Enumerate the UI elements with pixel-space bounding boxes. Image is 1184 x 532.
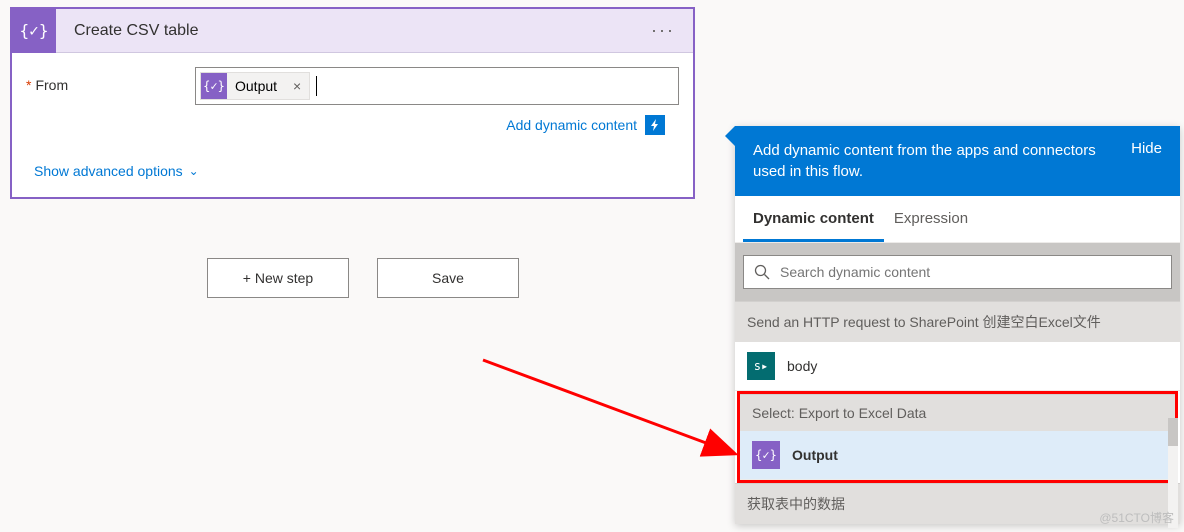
advanced-options-text: Show advanced options: [34, 163, 183, 179]
panel-header-text: Add dynamic content from the apps and co…: [753, 140, 1119, 182]
group-select: Select: Export to Excel Data: [740, 394, 1175, 431]
sharepoint-icon: s▸: [747, 352, 775, 380]
search-wrap: [735, 243, 1180, 301]
token-label: Output: [227, 78, 285, 94]
highlighted-section: Select: Export to Excel Data {✓} Output: [737, 391, 1178, 483]
dynamic-content-panel: Add dynamic content from the apps and co…: [735, 126, 1180, 524]
lightning-icon: [649, 119, 661, 131]
annotation-arrow: [478, 345, 748, 465]
watermark: @51CTO博客: [1099, 509, 1174, 526]
panel-hide-button[interactable]: Hide: [1131, 140, 1162, 157]
action-card: {✓} Create CSV table ··· From {✓} Output…: [10, 7, 695, 199]
token-remove-button[interactable]: ×: [285, 78, 309, 94]
flow-bottom-buttons: + New step Save: [207, 258, 519, 298]
dynamic-item-body[interactable]: s▸ body: [735, 342, 1180, 391]
add-dynamic-link[interactable]: Add dynamic content: [506, 117, 637, 133]
braces-icon: {✓}: [20, 21, 49, 40]
add-dynamic-row: Add dynamic content: [26, 105, 679, 135]
tab-expression[interactable]: Expression: [884, 196, 978, 242]
from-input[interactable]: {✓} Output ×: [195, 67, 679, 105]
search-icon: [754, 264, 770, 280]
dynamic-item-label: Output: [792, 447, 838, 463]
action-title: Create CSV table: [56, 22, 633, 40]
action-body: From {✓} Output × Add dynamic content Sh…: [12, 53, 693, 197]
add-dynamic-button[interactable]: [645, 115, 665, 135]
advanced-options-link[interactable]: Show advanced options ⌄: [26, 135, 199, 179]
panel-header: Add dynamic content from the apps and co…: [735, 126, 1180, 196]
dynamic-item-label: body: [787, 358, 817, 374]
panel-pointer: [725, 126, 735, 146]
param-row-from: From {✓} Output ×: [26, 67, 679, 105]
dynamic-item-output[interactable]: {✓} Output: [740, 431, 1175, 480]
action-menu-button[interactable]: ···: [633, 20, 693, 41]
token-output[interactable]: {✓} Output ×: [200, 72, 310, 100]
search-input[interactable]: [780, 264, 1161, 280]
action-header[interactable]: {✓} Create CSV table ···: [12, 9, 693, 53]
data-operations-icon: {✓}: [12, 9, 56, 53]
chevron-down-icon: ⌄: [189, 164, 199, 178]
data-operations-icon: {✓}: [201, 73, 227, 99]
group-http: Send an HTTP request to SharePoint 创建空白E…: [735, 301, 1180, 342]
tab-dynamic-content[interactable]: Dynamic content: [743, 196, 884, 242]
new-step-button[interactable]: + New step: [207, 258, 349, 298]
data-operations-icon: {✓}: [752, 441, 780, 469]
param-label-from: From: [26, 67, 171, 93]
scrollbar-thumb[interactable]: [1168, 418, 1178, 446]
search-box[interactable]: [743, 255, 1172, 289]
panel-tabs: Dynamic content Expression: [735, 196, 1180, 243]
save-button[interactable]: Save: [377, 258, 519, 298]
text-cursor: [316, 76, 317, 96]
